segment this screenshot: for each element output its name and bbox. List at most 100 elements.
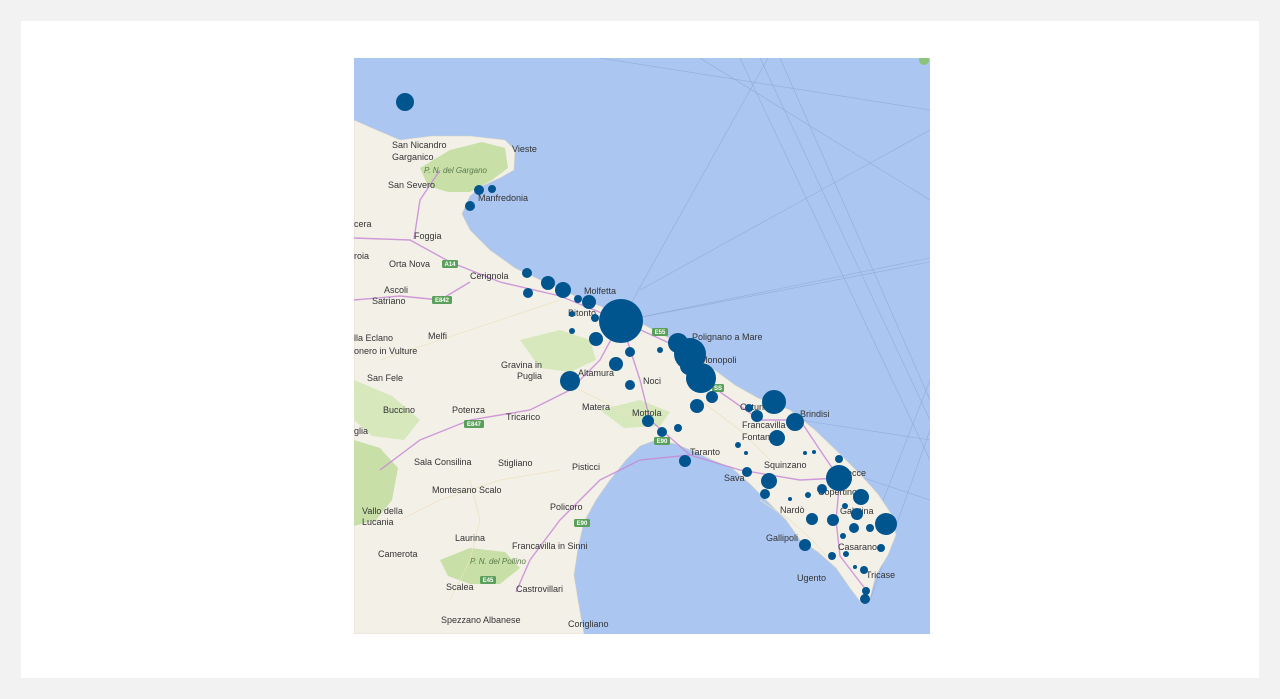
map-marker[interactable] — [860, 594, 870, 604]
map-marker[interactable] — [488, 185, 496, 193]
map-marker[interactable] — [474, 185, 484, 195]
map-marker[interactable] — [569, 328, 575, 334]
place-label: roia — [354, 251, 369, 261]
map-marker[interactable] — [786, 413, 804, 431]
map-marker[interactable] — [735, 442, 741, 448]
map-marker[interactable] — [591, 314, 599, 322]
map-marker[interactable] — [541, 276, 555, 290]
place-label: Corigliano — [568, 619, 609, 629]
map-marker[interactable] — [799, 539, 811, 551]
map-marker[interactable] — [827, 514, 839, 526]
map-marker[interactable] — [875, 513, 897, 535]
map-marker[interactable] — [812, 450, 816, 454]
map-marker[interactable] — [657, 427, 667, 437]
map-marker[interactable] — [843, 551, 849, 557]
map-marker[interactable] — [862, 587, 870, 595]
map-marker[interactable] — [877, 544, 885, 552]
map-marker[interactable] — [642, 415, 654, 427]
map-marker[interactable] — [690, 399, 704, 413]
place-label: Foggia — [414, 231, 442, 241]
place-label: Squinzano — [764, 460, 807, 470]
map-marker[interactable] — [625, 347, 635, 357]
road-shield: E55 — [652, 328, 668, 336]
map-marker[interactable] — [860, 566, 868, 574]
place-label: Laurina — [455, 533, 485, 543]
map-marker[interactable] — [609, 357, 623, 371]
map-marker[interactable] — [560, 371, 580, 391]
place-label: Vieste — [512, 144, 537, 154]
map-marker[interactable] — [788, 497, 792, 501]
map-marker[interactable] — [853, 489, 869, 505]
map-marker[interactable] — [465, 201, 475, 211]
map-marker[interactable] — [853, 565, 857, 569]
map-marker[interactable] — [396, 93, 414, 111]
road-shield-label: E55 — [655, 330, 666, 336]
map-marker[interactable] — [842, 503, 848, 509]
map-marker[interactable] — [762, 390, 786, 414]
map-marker[interactable] — [840, 533, 846, 539]
map-marker[interactable] — [866, 524, 874, 532]
map-marker[interactable] — [826, 465, 852, 491]
map-marker[interactable] — [742, 467, 752, 477]
map-marker[interactable] — [851, 508, 863, 520]
map-marker[interactable] — [745, 404, 753, 412]
place-label: Molfetta — [584, 286, 616, 296]
map-marker[interactable] — [589, 332, 603, 346]
map-marker[interactable] — [760, 489, 770, 499]
map-marker[interactable] — [599, 299, 643, 343]
map-marker[interactable] — [555, 282, 571, 298]
road-shield-label: A14 — [444, 262, 456, 268]
map-marker[interactable] — [744, 451, 748, 455]
map-marker[interactable] — [582, 295, 596, 309]
road-shield-label: E847 — [467, 422, 482, 428]
map-marker[interactable] — [574, 295, 582, 303]
road-shield: E45 — [480, 576, 496, 584]
map-view[interactable]: A14 E842 E55 SS E847 E90 E90 E45 San Nicandro Ga… — [354, 58, 930, 634]
map-canvas[interactable]: A14 E842 E55 SS E847 E90 E90 E45 San Nicandro Ga… — [354, 58, 930, 634]
place-label: Buccino — [383, 405, 415, 415]
map-marker[interactable] — [674, 424, 682, 432]
map-marker[interactable] — [849, 523, 859, 533]
road-shield-label: E45 — [483, 578, 494, 584]
map-marker[interactable] — [803, 451, 807, 455]
map-marker[interactable] — [769, 430, 785, 446]
place-label: Taranto — [690, 447, 720, 457]
map-marker[interactable] — [751, 410, 763, 422]
map-marker[interactable] — [817, 484, 827, 494]
map-marker[interactable] — [686, 363, 716, 393]
road-shield: E842 — [432, 296, 452, 304]
map-marker[interactable] — [522, 268, 532, 278]
place-label: Puglia — [517, 371, 542, 381]
place-label: San Nicandro — [392, 140, 447, 150]
map-marker[interactable] — [625, 380, 635, 390]
place-label: Pisticci — [572, 462, 600, 472]
place-label: Gallipoli — [766, 533, 798, 543]
place-label: Cerignola — [470, 271, 509, 281]
map-marker[interactable] — [706, 391, 718, 403]
place-label: Spezzano Albanese — [441, 615, 521, 625]
place-label: Melfi — [428, 331, 447, 341]
map-marker[interactable] — [835, 455, 843, 463]
road-shield: E90 — [574, 519, 590, 527]
map-marker[interactable] — [569, 311, 575, 317]
place-label: San Fele — [367, 373, 403, 383]
place-label: Stigliano — [498, 458, 533, 468]
map-marker[interactable] — [805, 492, 811, 498]
place-label: Sala Consilina — [414, 457, 472, 467]
map-marker[interactable] — [828, 552, 836, 560]
map-marker[interactable] — [806, 513, 818, 525]
place-label: Sava — [724, 473, 745, 483]
place-label: Castrovillari — [516, 584, 563, 594]
place-label: Satriano — [372, 296, 406, 306]
road-shield-label: SS — [714, 386, 722, 392]
place-label: Casarano — [838, 542, 877, 552]
map-marker[interactable] — [761, 473, 777, 489]
place-label: Manfredonia — [478, 193, 528, 203]
place-label: Garganico — [392, 152, 434, 162]
map-marker[interactable] — [657, 347, 663, 353]
place-label: Potenza — [452, 405, 485, 415]
map-marker[interactable] — [679, 455, 691, 467]
place-label: Ascoli — [384, 285, 408, 295]
place-label: Polignano a Mare — [692, 332, 763, 342]
map-marker[interactable] — [523, 288, 533, 298]
